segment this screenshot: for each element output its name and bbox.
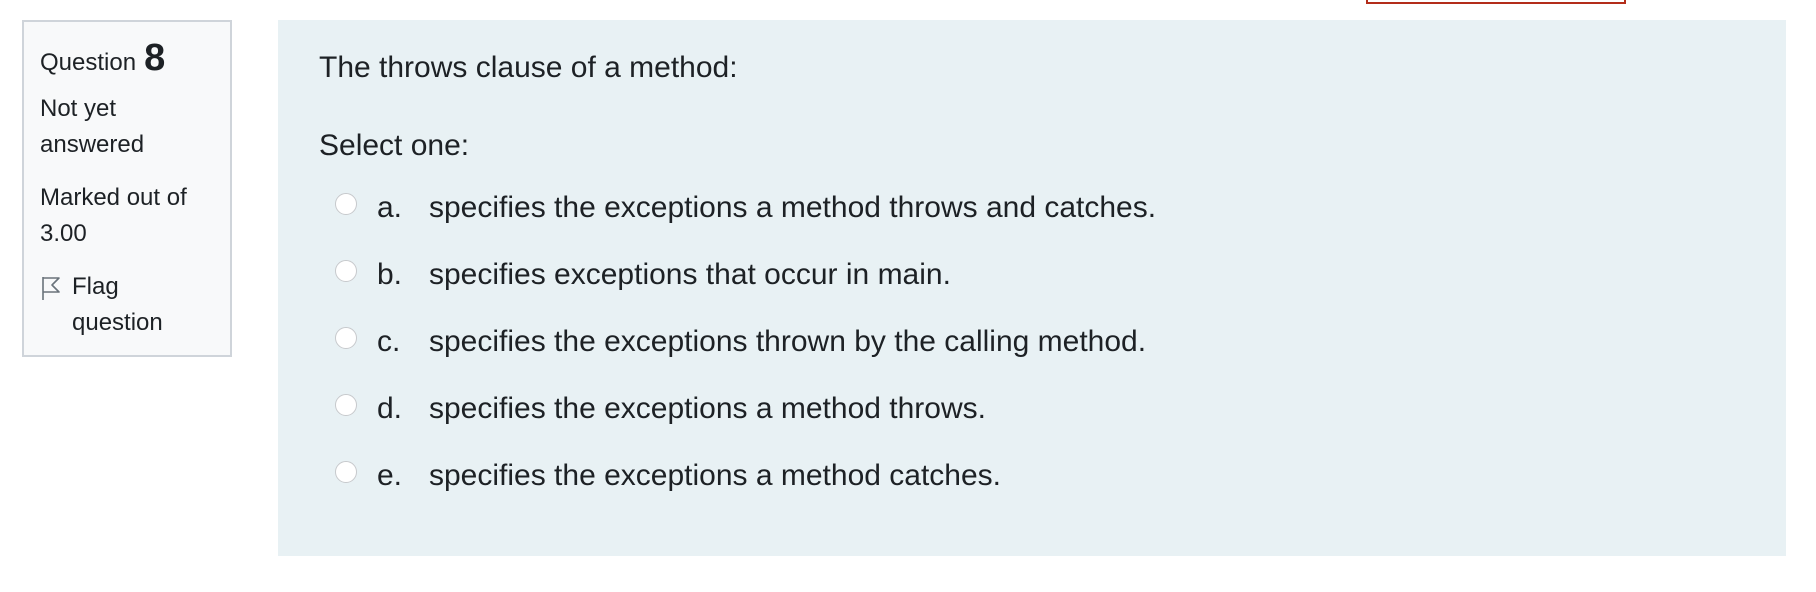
quiz-page: Question 8 Not yet answered Marked out o… — [0, 0, 1816, 592]
question-state: Not yet answered — [40, 95, 145, 158]
question-grade: Marked out of 3.00 — [40, 184, 187, 247]
question-info-panel: Question 8 Not yet answered Marked out o… — [22, 20, 232, 357]
answer-text[interactable]: specifies the exceptions a method throws… — [429, 191, 1156, 225]
question-number-heading: Question 8 — [40, 37, 214, 81]
select-one-prompt: Select one: — [319, 129, 470, 162]
question-number: 8 — [144, 37, 166, 79]
answer-text[interactable]: specifies the exceptions a method throws… — [429, 392, 986, 426]
answer-text[interactable]: specifies the exceptions thrown by the c… — [429, 325, 1146, 359]
answer-option-b[interactable]: b. specifies exceptions that occur in ma… — [319, 241, 1746, 308]
answer-letter: a. — [377, 190, 403, 224]
top-edge-box — [1366, 0, 1626, 4]
answer-letter: d. — [377, 391, 403, 425]
flag-question-label: Flag question — [72, 273, 163, 336]
question-content: The throws clause of a method: Select on… — [278, 20, 1786, 556]
radio-button[interactable] — [335, 259, 357, 282]
answer-option-e[interactable]: e. specifies the exceptions a method cat… — [319, 442, 1746, 509]
question-text: The throws clause of a method: — [319, 51, 738, 84]
answer-option-a[interactable]: a. specifies the exceptions a method thr… — [319, 174, 1746, 241]
flag-question-link[interactable]: Flag question — [40, 269, 214, 341]
answer-text[interactable]: specifies exceptions that occur in main. — [429, 258, 951, 292]
answer-option-d[interactable]: d. specifies the exceptions a method thr… — [319, 375, 1746, 442]
answer-letter: c. — [377, 324, 401, 358]
answer-option-c[interactable]: c. specifies the exceptions thrown by th… — [319, 308, 1746, 375]
answer-list: a. specifies the exceptions a method thr… — [319, 174, 1746, 509]
answer-letter: b. — [377, 257, 403, 291]
radio-button[interactable] — [335, 326, 357, 349]
flag-outline-icon — [42, 277, 60, 300]
radio-button[interactable] — [335, 393, 357, 416]
radio-button[interactable] — [335, 192, 357, 215]
answer-letter: e. — [377, 458, 403, 492]
answer-text[interactable]: specifies the exceptions a method catche… — [429, 459, 1001, 493]
question-label: Question — [40, 49, 137, 76]
radio-button[interactable] — [335, 460, 357, 483]
